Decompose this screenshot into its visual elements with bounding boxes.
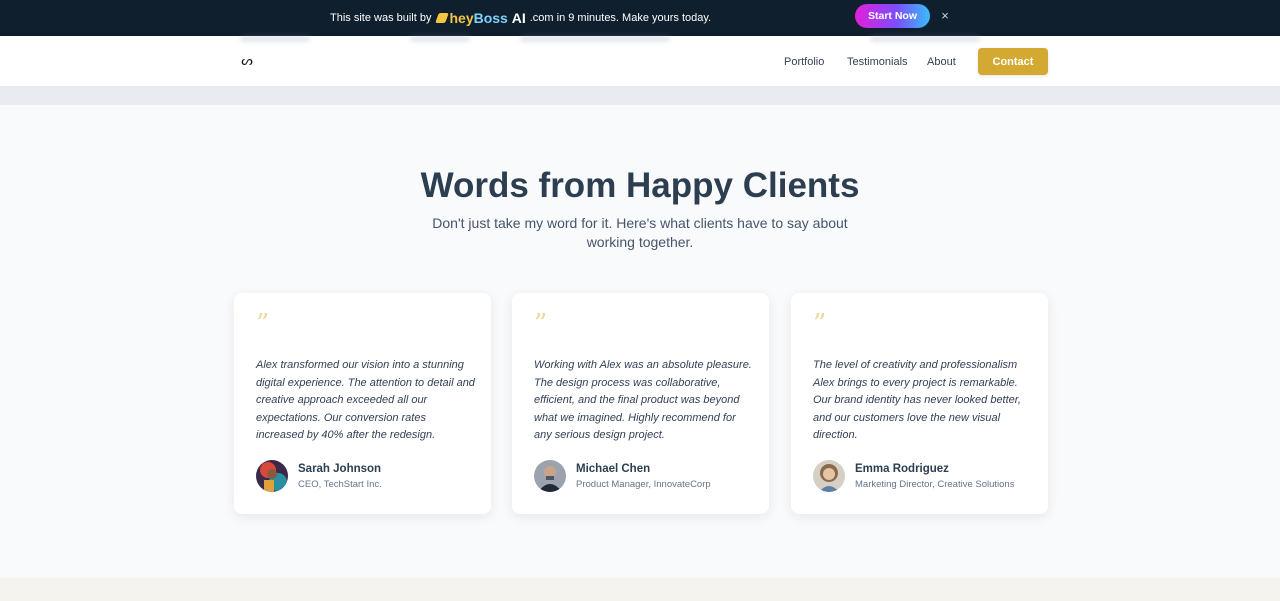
testimonial-text: Working with Alex was an absolute pleasu… bbox=[534, 359, 752, 441]
promo-text-after: .com in 9 minutes. Make yours today. bbox=[529, 12, 712, 24]
quote-icon: ” bbox=[534, 309, 548, 339]
quote-icon: ” bbox=[813, 309, 827, 339]
brand-ai: AI bbox=[511, 10, 526, 26]
testimonial-text: The level of creativity and professional… bbox=[813, 359, 1021, 441]
section-title: Words from Happy Clients bbox=[420, 166, 860, 205]
logo-icon[interactable]: ᔕ bbox=[240, 54, 254, 68]
avatar-photo-icon bbox=[813, 460, 845, 492]
avatar bbox=[534, 460, 566, 492]
nav-about[interactable]: About bbox=[927, 55, 956, 69]
blurred-overlay bbox=[230, 36, 990, 44]
avatar-photo-icon bbox=[256, 460, 288, 492]
nav-testimonials[interactable]: Testimonials bbox=[847, 55, 908, 69]
site-header: ᔕ Portfolio Testimonials About Contact bbox=[0, 36, 1280, 86]
testimonial-card: ” The level of creativity and profession… bbox=[791, 293, 1048, 514]
start-now-button[interactable]: Start Now bbox=[855, 4, 930, 28]
author-name: Emma Rodriguez bbox=[855, 463, 949, 475]
next-section-edge bbox=[0, 578, 1280, 601]
avatar-photo-icon bbox=[534, 460, 566, 492]
promo-text-before: This site was built by bbox=[330, 12, 432, 24]
testimonial-card: ” Working with Alex was an absolute plea… bbox=[512, 293, 769, 514]
promo-banner: This site was built by hey Boss AI .com i… bbox=[0, 0, 1280, 36]
nav-portfolio[interactable]: Portfolio bbox=[784, 55, 824, 69]
heyboss-logo[interactable]: hey Boss AI bbox=[435, 10, 526, 26]
contact-button[interactable]: Contact bbox=[978, 48, 1048, 75]
author-name: Sarah Johnson bbox=[298, 463, 382, 475]
author-role: Marketing Director, Creative Solutions bbox=[855, 479, 1015, 490]
author-name: Michael Chen bbox=[576, 463, 651, 475]
testimonial-text: Alex transformed our vision into a stunn… bbox=[256, 359, 475, 441]
avatar bbox=[813, 460, 845, 492]
promo-message: This site was built by hey Boss AI .com i… bbox=[330, 11, 711, 25]
quote-icon: ” bbox=[256, 309, 270, 339]
testimonial-card: ” Alex transformed our vision into a stu… bbox=[234, 293, 491, 514]
section-subtitle: Don't just take my word for it. Here's w… bbox=[432, 215, 848, 250]
brand-boss: Boss bbox=[473, 10, 508, 26]
heyboss-spark-icon bbox=[435, 13, 450, 23]
avatar bbox=[256, 460, 288, 492]
brand-hey: hey bbox=[449, 10, 474, 26]
author-role: Product Manager, InnovateCorp bbox=[576, 479, 711, 490]
header-divider bbox=[0, 86, 1280, 105]
close-icon[interactable]: × bbox=[938, 8, 952, 24]
author-role: CEO, TechStart Inc. bbox=[298, 479, 382, 490]
